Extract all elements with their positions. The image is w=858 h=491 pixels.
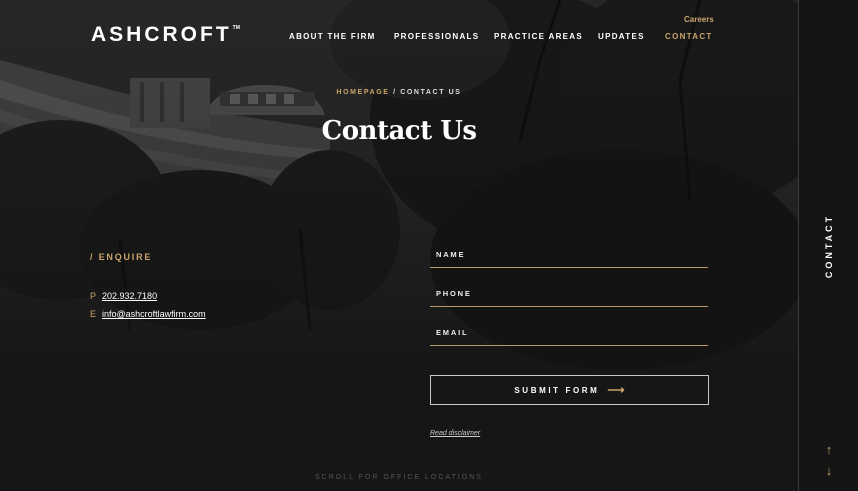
scroll-hint: SCROLL FOR OFFICE LOCATIONS xyxy=(315,474,483,481)
arrow-right-icon: ⟶ xyxy=(607,383,625,397)
email-field[interactable]: EMAIL xyxy=(430,326,708,346)
email-link[interactable]: info@ashcroftlawfirm.com xyxy=(102,309,206,319)
brand-name: ASHCROFT xyxy=(91,23,232,46)
email-key: E xyxy=(90,309,97,319)
nav-practice-areas[interactable]: PRACTICE AREAS xyxy=(494,32,583,41)
page-title: Contact Us xyxy=(321,116,478,146)
rail-contact-label: CONTACT xyxy=(824,213,834,279)
email-input[interactable] xyxy=(430,326,708,345)
read-disclaimer-link[interactable]: Read disclaimer xyxy=(430,430,480,437)
submit-form-button[interactable]: SUBMIT FORM ⟶ xyxy=(430,375,709,405)
phone-input[interactable] xyxy=(430,287,708,306)
side-rail: CONTACT ↑ ↓ xyxy=(798,0,858,491)
phone-line: P 202.932.7180 xyxy=(90,291,157,301)
arrow-down-icon[interactable]: ↓ xyxy=(821,463,837,479)
careers-link[interactable]: Careers xyxy=(684,15,714,24)
breadcrumb-current: CONTACT US xyxy=(400,89,462,96)
nav-professionals[interactable]: PROFESSIONALS xyxy=(394,32,479,41)
trademark-mark: TM xyxy=(232,25,240,31)
email-line: Einfo@ashcroftlawfirm.com xyxy=(90,309,206,319)
phone-link[interactable]: 202.932.7180 xyxy=(102,291,157,301)
submit-form-label: SUBMIT FORM xyxy=(514,385,600,395)
phone-field[interactable]: PHONE xyxy=(430,287,708,307)
brand-logo[interactable]: ASHCROFTTM xyxy=(91,23,240,47)
nav-updates[interactable]: UPDATES xyxy=(598,32,645,41)
hero-background-image xyxy=(0,0,798,491)
name-input[interactable] xyxy=(430,248,708,267)
breadcrumb: HOMEPAGE / CONTACT US xyxy=(0,89,798,96)
nav-about-the-firm[interactable]: ABOUT THE FIRM xyxy=(289,32,376,41)
name-field[interactable]: NAME xyxy=(430,248,708,268)
enquire-heading: / ENQUIRE xyxy=(90,252,153,262)
breadcrumb-separator: / xyxy=(393,89,397,96)
phone-key: P xyxy=(90,291,97,301)
breadcrumb-home-link[interactable]: HOMEPAGE xyxy=(336,89,389,96)
nav-contact[interactable]: CONTACT xyxy=(665,32,713,41)
arrow-up-icon[interactable]: ↑ xyxy=(821,442,837,458)
